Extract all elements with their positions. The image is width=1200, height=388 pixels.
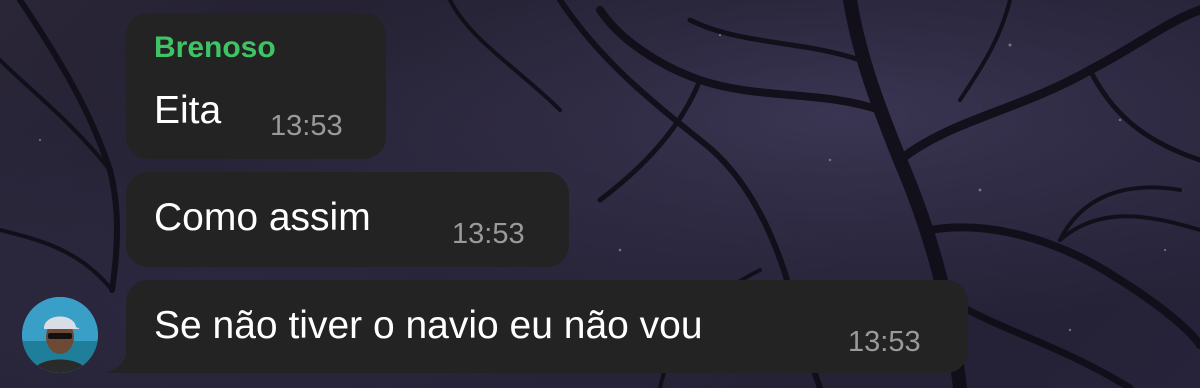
- message-bubble[interactable]: Se não tiver o navio eu não vou 13:53: [126, 280, 968, 373]
- avatar-person-icon: [22, 297, 98, 373]
- message-bubble[interactable]: Brenoso Eita 13:53: [126, 13, 386, 159]
- message-text: Eita: [154, 89, 222, 132]
- message-time: 13:53: [270, 110, 343, 142]
- message-bubble[interactable]: Como assim 13:53: [126, 172, 569, 267]
- bubble-tail: [104, 340, 132, 373]
- message-time: 13:53: [848, 326, 921, 358]
- sender-name[interactable]: Brenoso: [154, 31, 276, 65]
- message-time: 13:53: [452, 218, 525, 250]
- user-avatar-photo[interactable]: [22, 297, 98, 373]
- message-text: Como assim: [154, 196, 371, 239]
- message-text: Se não tiver o navio eu não vou: [154, 304, 703, 347]
